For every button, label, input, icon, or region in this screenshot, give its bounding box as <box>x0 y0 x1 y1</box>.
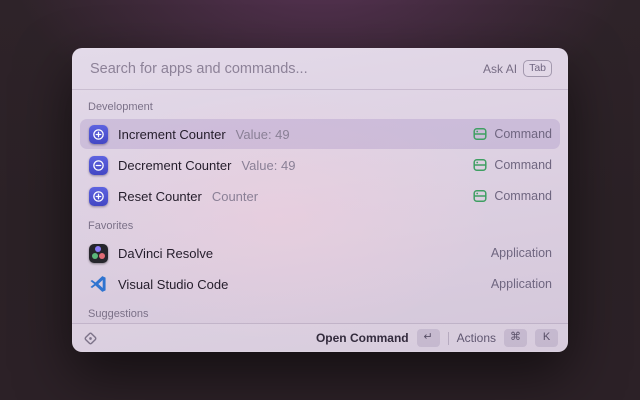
item-accessory: Application <box>491 277 552 291</box>
item-subtitle: Counter <box>212 189 258 204</box>
tab-key-badge: Tab <box>523 60 552 78</box>
counter-plus-icon <box>88 124 108 144</box>
item-accessory: Command <box>473 158 552 172</box>
vscode-icon <box>88 274 108 294</box>
davinci-resolve-icon <box>88 243 108 263</box>
command-icon <box>473 158 487 172</box>
item-type-label: Command <box>494 189 552 203</box>
actions-button[interactable]: Actions <box>457 331 496 345</box>
launcher-window: Ask AI Tab Development Increment Counter… <box>72 48 568 352</box>
item-accessory: Command <box>473 127 552 141</box>
item-type-label: Application <box>491 277 552 291</box>
ask-ai-button[interactable]: Ask AI Tab <box>483 60 552 78</box>
item-title: DaVinci Resolve <box>118 246 213 261</box>
item-type-label: Command <box>494 127 552 141</box>
counter-minus-icon <box>88 155 108 175</box>
enter-key-badge: ↵ <box>417 329 440 346</box>
search-bar: Ask AI Tab <box>72 48 568 89</box>
section-header-development: Development <box>80 93 560 119</box>
item-title: Visual Studio Code <box>118 277 228 292</box>
item-subtitle: Value: 49 <box>236 127 290 142</box>
cmd-key-badge: ⌘ <box>504 329 527 346</box>
list-item-reset-counter[interactable]: Reset Counter Counter Command <box>80 181 560 211</box>
open-command-button[interactable]: Open Command <box>316 331 409 345</box>
item-title: Increment Counter <box>118 127 226 142</box>
counter-reset-icon <box>88 186 108 206</box>
raycast-logo-icon <box>82 330 99 347</box>
section-header-suggestions: Suggestions <box>80 300 560 323</box>
item-subtitle: Value: 49 <box>241 158 295 173</box>
item-accessory: Command <box>473 189 552 203</box>
item-title: Decrement Counter <box>118 158 231 173</box>
k-key-badge: K <box>535 329 558 346</box>
list-item-davinci-resolve[interactable]: DaVinci Resolve Application <box>80 238 560 268</box>
list-item-visual-studio-code[interactable]: Visual Studio Code Application <box>80 269 560 299</box>
item-type-label: Command <box>494 158 552 172</box>
command-icon <box>473 127 487 141</box>
results-list: Development Increment Counter Value: 49 … <box>72 90 568 323</box>
ask-ai-label: Ask AI <box>483 62 517 76</box>
list-item-increment-counter[interactable]: Increment Counter Value: 49 Command <box>80 119 560 149</box>
list-item-decrement-counter[interactable]: Decrement Counter Value: 49 Command <box>80 150 560 180</box>
item-type-label: Application <box>491 246 552 260</box>
item-accessory: Application <box>491 246 552 260</box>
command-icon <box>473 189 487 203</box>
footer-bar: Open Command ↵ Actions ⌘ K <box>72 323 568 352</box>
footer-divider <box>448 332 449 345</box>
section-header-favorites: Favorites <box>80 212 560 238</box>
item-title: Reset Counter <box>118 189 202 204</box>
search-input[interactable] <box>88 60 473 78</box>
